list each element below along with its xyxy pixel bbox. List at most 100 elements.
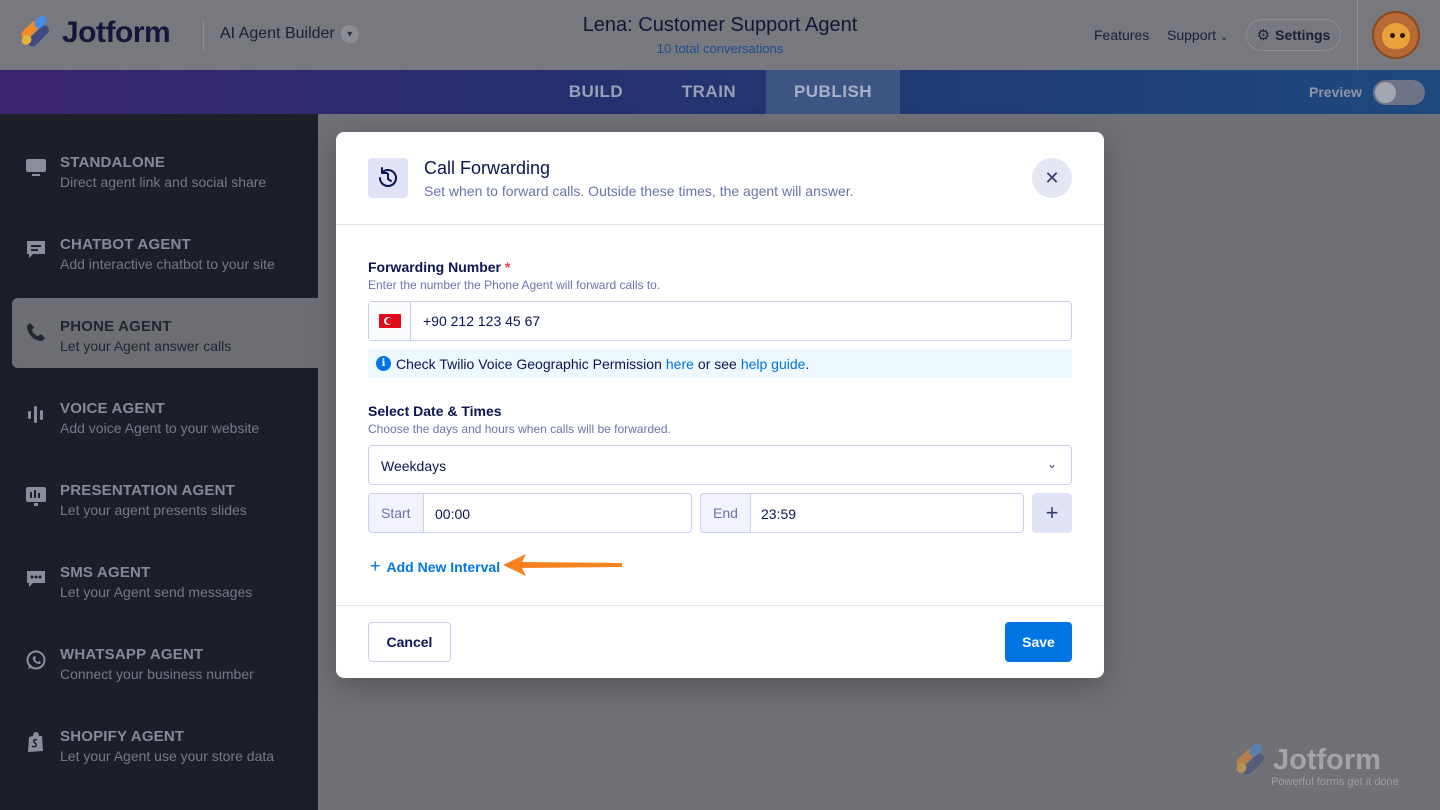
schedule-help: Choose the days and hours when calls wil… [368,422,671,436]
settings-button[interactable]: ⚙ Settings [1246,19,1341,51]
start-time-field[interactable]: Start 00:00 [368,493,692,533]
here-link[interactable]: here [666,356,694,372]
notice-text-mid: or see [697,355,737,372]
start-time-input[interactable]: 00:00 [435,506,470,522]
jotform-logo-icon [1233,741,1266,777]
sidebar-item-desc: Let your Agent use your store data [60,748,275,764]
help-guide-link[interactable]: help guide [741,356,806,372]
avatar-face [1382,23,1410,49]
notice-text-end: . [805,355,810,372]
publish-sidebar: STANDALONE Direct agent link and social … [0,114,318,810]
phone-icon [24,320,48,344]
cancel-button[interactable]: Cancel [368,622,451,662]
watermark-text: Jotform [1273,744,1381,776]
sidebar-item-title: PRESENTATION AGENT [60,482,235,499]
monitor-icon [24,156,48,180]
notice-text: Check Twilio Voice Geographic Permission [396,355,662,372]
days-select-value: Weekdays [381,458,447,474]
sidebar-item-desc: Add voice Agent to your website [60,420,260,436]
phone-number-input[interactable]: +90 212 123 45 67 [423,313,540,329]
close-button[interactable]: ✕ [1032,158,1072,198]
tab-build[interactable]: BUILD [548,70,644,114]
turkey-flag-icon [378,314,401,328]
chevron-down-icon: ⌄ [1219,32,1229,43]
builder-tabs: BUILD TRAIN PUBLISH Preview [0,70,1440,114]
sidebar-item-desc: Let your agent presents slides [60,502,247,518]
builder-dropdown[interactable]: AI Agent Builder ▾ [220,25,359,43]
modal-header: Call Forwarding Set when to forward call… [336,132,1104,225]
sidebar-item-standalone[interactable]: STANDALONE Direct agent link and social … [12,134,318,204]
sidebar-item-desc: Connect your business number [60,666,254,682]
schedule-label: Select Date & Times [368,403,502,419]
phone-number-field[interactable]: +90 212 123 45 67 [368,301,1072,341]
soundwave-icon [24,402,48,426]
avatar[interactable] [1372,11,1420,59]
settings-label: Settings [1275,27,1331,43]
preview-label: Preview [1309,84,1362,100]
twilio-permission-notice: i Check Twilio Voice Geographic Permissi… [368,349,1072,378]
forwarding-number-label-text: Forwarding Number [368,259,502,275]
sidebar-item-title: SMS AGENT [60,564,151,581]
conversations-count[interactable]: 10 total conversations [520,41,920,56]
features-link[interactable]: Features [1094,27,1149,43]
jotform-logo-icon [18,13,51,49]
support-label: Support [1167,27,1217,43]
forwarding-number-label: Forwarding Number * [368,259,510,275]
start-time-prefix: Start [369,494,424,532]
jotform-logo[interactable]: Jotform [18,13,171,50]
end-time-input[interactable]: 23:59 [761,506,796,522]
gear-icon: ⚙ [1256,27,1271,44]
add-interval-label: Add New Interval [386,558,501,575]
support-menu[interactable]: Support ⌄ [1167,27,1228,43]
forwarding-number-help: Enter the number the Phone Agent will fo… [368,278,661,292]
sidebar-item-presentation[interactable]: PRESENTATION AGENT Let your agent presen… [12,462,318,532]
save-button[interactable]: Save [1005,622,1072,662]
shopify-icon [24,730,48,754]
history-clock-icon [368,158,408,198]
end-time-prefix: End [701,494,751,532]
sidebar-item-desc: Let your Agent answer calls [60,338,232,354]
plus-icon: + [370,556,381,576]
sms-icon [24,566,48,590]
sidebar-item-shopify[interactable]: SHOPIFY AGENT Let your Agent use your st… [12,708,318,778]
toggle-knob [1375,82,1396,103]
sidebar-item-title: CHATBOT AGENT [60,236,191,253]
top-header: Jotform AI Agent Builder ▾ Lena: Custome… [0,0,1440,70]
watermark-tagline: Powerful forms get it done [1271,776,1399,788]
agent-title: Lena: Customer Support Agent [582,14,858,36]
tab-publish[interactable]: PUBLISH [766,70,900,114]
preview-toggle[interactable] [1373,80,1425,105]
add-new-interval-button[interactable]: + Add New Interval [370,556,500,577]
avatar-eye [1400,33,1405,38]
days-select[interactable]: Weekdays ⌄ [368,445,1072,485]
required-mark: * [504,259,511,275]
sidebar-item-chatbot[interactable]: CHATBOT AGENT Add interactive chatbot to… [12,216,318,286]
sidebar-item-title: VOICE AGENT [60,400,165,417]
sidebar-item-voice[interactable]: VOICE AGENT Add voice Agent to your webs… [12,380,318,450]
call-forwarding-modal: Call Forwarding Set when to forward call… [336,132,1104,678]
header-divider [1357,0,1358,70]
country-selector[interactable] [369,302,411,340]
sidebar-item-sms[interactable]: SMS AGENT Let your Agent send messages [12,544,318,614]
close-icon: ✕ [1044,167,1060,188]
plus-icon: + [1045,500,1059,525]
logo-text: Jotform [62,16,171,49]
annotation-arrow-icon [503,554,622,576]
sidebar-item-phone[interactable]: PHONE AGENT Let your Agent answer calls [12,298,318,368]
chevron-down-icon: ▾ [340,25,359,43]
header-divider [203,20,204,50]
sidebar-item-title: SHOPIFY AGENT [60,728,185,745]
sidebar-item-whatsapp[interactable]: WHATSAPP AGENT Connect your business num… [12,626,318,696]
end-time-field[interactable]: End 23:59 [700,493,1024,533]
builder-label: AI Agent Builder [220,25,335,42]
chat-icon [24,238,48,262]
whatsapp-icon [24,648,48,672]
sidebar-item-title: STANDALONE [60,154,166,171]
modal-subtitle: Set when to forward calls. Outside these… [424,183,854,199]
presentation-icon [24,484,48,508]
add-time-button[interactable]: + [1032,493,1072,533]
sidebar-item-title: PHONE AGENT [60,318,172,335]
modal-title: Call Forwarding [424,158,551,178]
sidebar-item-title: WHATSAPP AGENT [60,646,204,663]
tab-train[interactable]: TRAIN [660,70,758,114]
